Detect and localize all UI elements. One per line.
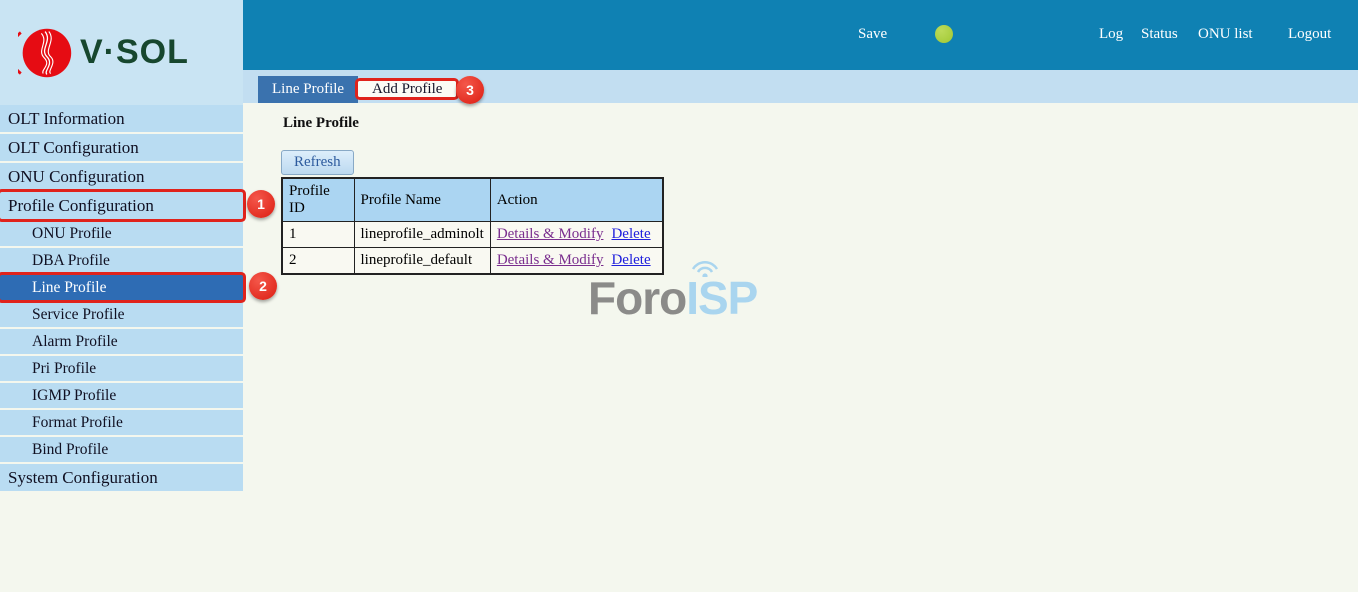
cell-profile-name: lineprofile_adminolt xyxy=(354,222,490,248)
main-content: Line Profile Refresh Profile ID Profile … xyxy=(243,103,1358,592)
sidebar-item-pri-profile[interactable]: Pri Profile xyxy=(0,356,243,381)
sidebar-item-alarm-profile[interactable]: Alarm Profile xyxy=(0,329,243,354)
status-link[interactable]: Status xyxy=(1141,26,1178,43)
sidebar-item-olt-information[interactable]: OLT Information xyxy=(0,105,243,132)
watermark-foro: Foro xyxy=(588,272,686,324)
sidebar-item-system-configuration[interactable]: System Configuration xyxy=(0,464,243,491)
refresh-button[interactable]: Refresh xyxy=(281,150,354,175)
page-title: Line Profile xyxy=(283,115,359,132)
sidebar-item-format-profile[interactable]: Format Profile xyxy=(0,410,243,435)
sidebar-nav: OLT Information OLT Configuration ONU Co… xyxy=(0,105,243,493)
table-row: 1 lineprofile_adminolt Details & ModifyD… xyxy=(282,222,663,248)
sidebar-item-service-profile[interactable]: Service Profile xyxy=(0,302,243,327)
vsol-logo-icon xyxy=(18,25,74,81)
cell-profile-id: 2 xyxy=(282,248,354,275)
column-header-profile-id: Profile ID xyxy=(282,178,354,222)
sidebar-item-onu-configuration[interactable]: ONU Configuration xyxy=(0,163,243,190)
foroisp-watermark: ForoISP xyxy=(588,271,757,325)
details-modify-link[interactable]: Details & Modify xyxy=(497,226,604,242)
app-window: Save Log Status ONU list Logout V·SOL Li… xyxy=(0,0,1358,592)
status-indicator-dot xyxy=(935,25,953,43)
log-link[interactable]: Log xyxy=(1099,26,1123,43)
sidebar-item-profile-configuration[interactable]: Profile Configuration xyxy=(0,192,243,219)
cell-actions: Details & Modify Delete xyxy=(490,222,663,248)
tab-add-profile[interactable]: Add Profile xyxy=(358,81,456,97)
sidebar-item-onu-profile[interactable]: ONU Profile xyxy=(0,221,243,246)
cell-profile-name: lineprofile_default xyxy=(354,248,490,275)
onu-list-link[interactable]: ONU list xyxy=(1198,26,1253,43)
top-header-bar: Save Log Status ONU list Logout xyxy=(243,0,1358,70)
sidebar-item-igmp-profile[interactable]: IGMP Profile xyxy=(0,383,243,408)
column-header-action: Action xyxy=(490,178,663,222)
details-modify-link[interactable]: Details & Modify xyxy=(497,252,604,268)
annotation-step-badge-2: 2 xyxy=(249,272,277,300)
tab-bar: Line Profile Add Profile xyxy=(243,70,1358,103)
logout-link[interactable]: Logout xyxy=(1288,26,1331,43)
sidebar-item-olt-configuration[interactable]: OLT Configuration xyxy=(0,134,243,161)
annotation-step-badge-3: 3 xyxy=(456,76,484,104)
antenna-icon xyxy=(685,255,725,277)
line-profile-table: Profile ID Profile Name Action 1 linepro… xyxy=(281,177,664,275)
tab-line-profile[interactable]: Line Profile xyxy=(258,76,358,103)
annotation-step-badge-1: 1 xyxy=(247,190,275,218)
sidebar-item-line-profile[interactable]: Line Profile xyxy=(0,275,243,300)
column-header-profile-name: Profile Name xyxy=(354,178,490,222)
watermark-isp: ISP xyxy=(686,272,757,324)
sidebar-item-dba-profile[interactable]: DBA Profile xyxy=(0,248,243,273)
cell-profile-id: 1 xyxy=(282,222,354,248)
sidebar-item-bind-profile[interactable]: Bind Profile xyxy=(0,437,243,462)
logo-panel: V·SOL xyxy=(0,0,243,105)
vsol-logo-text: V·SOL xyxy=(80,33,189,72)
table-header-row: Profile ID Profile Name Action xyxy=(282,178,663,222)
save-button[interactable]: Save xyxy=(858,26,887,43)
delete-link[interactable]: Delete xyxy=(611,226,650,242)
delete-link[interactable]: Delete xyxy=(611,252,650,268)
